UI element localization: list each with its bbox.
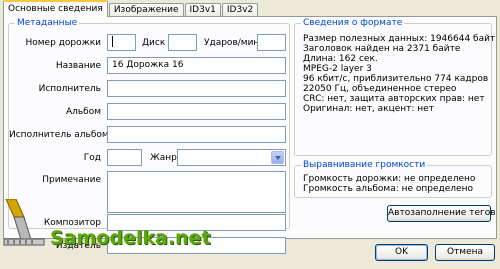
tab-image[interactable]: Изображение bbox=[108, 3, 184, 17]
year-input[interactable] bbox=[107, 149, 142, 166]
volume-group-title: Выравнивание громкости bbox=[301, 159, 428, 171]
album-input[interactable] bbox=[107, 103, 286, 120]
disc-input[interactable] bbox=[168, 34, 197, 51]
format-info-title: Сведения о формате bbox=[301, 17, 405, 29]
tab-id3v1[interactable]: ID3v1 bbox=[184, 3, 221, 17]
volume-group: Выравнивание громкости Громкость дорожки… bbox=[294, 159, 492, 198]
bpm-input[interactable] bbox=[257, 34, 286, 51]
tab-id3v2[interactable]: ID3v2 bbox=[221, 3, 259, 17]
artist-label: Исполнитель bbox=[38, 84, 101, 94]
track-volume-line: Громкость дорожки: не определено bbox=[303, 174, 476, 184]
track-number-input[interactable] bbox=[107, 34, 136, 51]
comment-label: Примечание bbox=[42, 175, 101, 185]
format-info-line: Размер полезных данных: 1946644 байт bbox=[303, 34, 496, 44]
format-info-line: 22050 Гц, объединенное стерео bbox=[303, 84, 457, 94]
format-info-group: Сведения о формате Размер полезных данны… bbox=[294, 17, 496, 156]
track-label: Номер дорожки bbox=[25, 38, 101, 48]
name-input[interactable]: 16 Дорожка 16 bbox=[107, 57, 286, 74]
album-volume-line: Громкость альбома: не определено bbox=[303, 184, 473, 194]
tab-strip: Основные сведения Изображение ID3v1 ID3v… bbox=[3, 0, 259, 17]
autofill-tags-button[interactable]: Автозаполнение тегов bbox=[387, 205, 496, 222]
format-info-line: Длина: 162 сек. bbox=[303, 54, 378, 64]
genre-select[interactable] bbox=[177, 149, 286, 166]
format-info-line: MPEG-2 layer 3 bbox=[303, 64, 372, 74]
format-info-line: Оригинал: нет, акцент: нет bbox=[303, 104, 434, 114]
caliper-icon bbox=[3, 199, 45, 246]
format-info-line: CRC: нет, защита авторских прав: нет bbox=[303, 94, 485, 104]
chevron-down-icon[interactable] bbox=[271, 151, 284, 164]
watermark-text: Samodelka.net bbox=[50, 227, 211, 249]
cancel-button[interactable]: Отмена bbox=[435, 244, 495, 261]
artist-input[interactable] bbox=[107, 80, 286, 97]
metadata-group-title: Метаданные bbox=[15, 17, 80, 29]
album-label: Альбом bbox=[65, 107, 101, 117]
album-artist-input[interactable] bbox=[107, 126, 286, 143]
format-info-line: 96 кбит/с, приблизительно 774 кадров bbox=[303, 74, 489, 84]
year-label: Год bbox=[83, 153, 101, 163]
tab-general[interactable]: Основные сведения bbox=[3, 0, 108, 17]
genre-label: Жанр bbox=[150, 153, 177, 163]
format-info-line: Заголовок найден на 2371 байте bbox=[303, 44, 461, 54]
text-caret bbox=[112, 36, 113, 47]
bpm-label: Ударов/мин. bbox=[204, 38, 263, 48]
disc-label: Диск bbox=[142, 38, 166, 48]
ok-button[interactable]: OK bbox=[375, 244, 428, 261]
watermark-logo: Samodelka.net bbox=[2, 199, 211, 255]
album-artist-label: Исполнитель альбома bbox=[9, 130, 115, 140]
name-label: Название bbox=[55, 61, 101, 71]
